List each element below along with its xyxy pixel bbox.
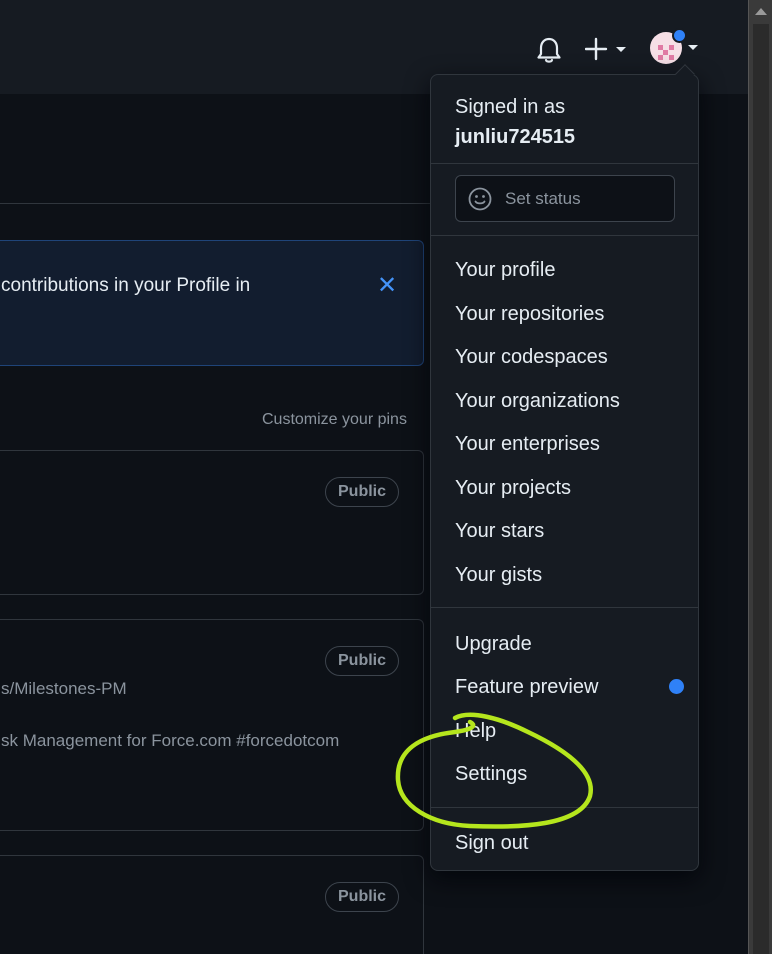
set-status-label: Set status [505, 189, 581, 208]
menu-item-your-profile[interactable]: Your profile [455, 257, 555, 283]
vertical-scrollbar[interactable] [748, 0, 772, 954]
menu-item-your-organizations[interactable]: Your organizations [455, 388, 620, 414]
menu-item-help[interactable]: Help [455, 718, 496, 744]
pinned-repo-card: Public s/Milestones-PM sk Management for… [0, 619, 424, 831]
signed-in-header: Signed in as junliu724515 [455, 92, 575, 152]
menu-item-settings[interactable]: Settings [455, 761, 527, 787]
chevron-down-icon [688, 45, 698, 50]
close-icon[interactable]: ✕ [377, 273, 397, 297]
username: junliu724515 [455, 126, 576, 148]
signed-in-label: Signed in as [455, 96, 566, 118]
menu-item-your-codespaces[interactable]: Your codespaces [455, 344, 608, 370]
menu-item-your-stars[interactable]: Your stars [455, 518, 544, 544]
pinned-repo-card: Public [0, 855, 424, 954]
menu-item-sign-out[interactable]: Sign out [455, 830, 528, 856]
menu-divider [431, 807, 698, 808]
visibility-badge: Public [325, 646, 400, 676]
user-dropdown-menu: Signed in as junliu724515 Set status You… [430, 64, 699, 871]
repo-description: sk Management for Force.com #forcedotcom [1, 731, 340, 750]
info-banner: contributions in your Profile in ✕ [0, 240, 424, 366]
menu-divider [431, 607, 698, 608]
menu-item-feature-preview[interactable]: Feature preview [455, 674, 598, 700]
customize-pins-link[interactable]: Customize your pins [262, 411, 407, 429]
menu-divider [431, 235, 698, 236]
plus-icon[interactable] [585, 35, 630, 63]
avatar-menu-toggle[interactable] [648, 28, 702, 66]
section-divider [0, 203, 430, 204]
notification-dot [672, 28, 687, 43]
pinned-repo-card: Public [0, 450, 424, 595]
banner-text: contributions in your Profile in [1, 275, 251, 296]
bell-icon[interactable] [536, 36, 562, 64]
menu-item-your-gists[interactable]: Your gists [455, 562, 542, 588]
menu-item-your-enterprises[interactable]: Your enterprises [455, 431, 600, 457]
scroll-up-icon[interactable] [755, 8, 767, 15]
menu-item-upgrade[interactable]: Upgrade [455, 631, 532, 657]
visibility-badge: Public [325, 477, 400, 507]
smiley-icon [468, 187, 492, 211]
menu-divider [431, 163, 698, 164]
visibility-badge: Public [325, 882, 400, 912]
menu-item-your-projects[interactable]: Your projects [455, 475, 571, 501]
feature-preview-dot [669, 679, 684, 694]
menu-item-your-repositories[interactable]: Your repositories [455, 301, 604, 327]
scrollbar-thumb[interactable] [753, 24, 769, 954]
set-status-button[interactable]: Set status [455, 175, 675, 222]
repo-parent-path: s/Milestones-PM [1, 679, 127, 698]
